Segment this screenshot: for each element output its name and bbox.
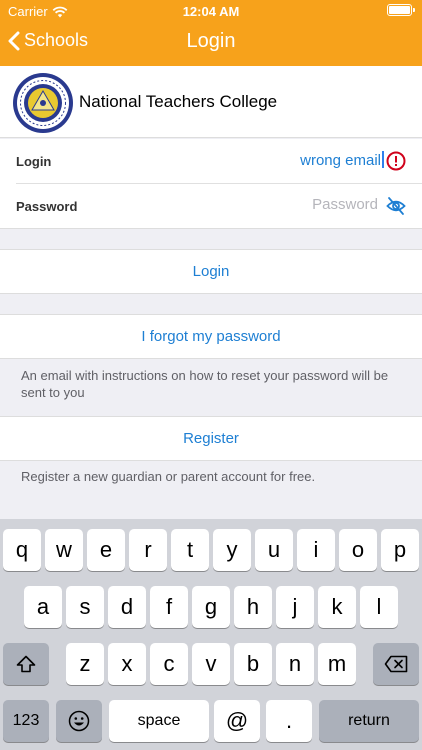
key-g[interactable]: g: [192, 586, 230, 628]
key-k[interactable]: k: [318, 586, 356, 628]
key-x[interactable]: x: [108, 643, 146, 685]
key-c[interactable]: c: [150, 643, 188, 685]
login-field-value: wrong email: [300, 152, 381, 169]
school-name: National Teachers College: [79, 92, 278, 111]
key-y[interactable]: y: [213, 529, 251, 571]
numbers-key[interactable]: 123: [3, 700, 49, 742]
onscreen-keyboard: q w e r t y u i o p a s d f g h j k l z …: [0, 519, 422, 750]
emoji-icon: [68, 710, 90, 732]
key-w[interactable]: w: [45, 529, 83, 571]
key-f[interactable]: f: [150, 586, 188, 628]
battery-icon: [387, 4, 415, 16]
register-button[interactable]: Register: [0, 416, 422, 461]
error-circle-icon: [386, 151, 406, 171]
key-s[interactable]: s: [66, 586, 104, 628]
key-l[interactable]: l: [360, 586, 398, 628]
key-j[interactable]: j: [276, 586, 314, 628]
text-caret: [382, 151, 384, 168]
password-field-label: Password: [16, 199, 78, 214]
key-h[interactable]: h: [234, 586, 272, 628]
key-t[interactable]: t: [171, 529, 209, 571]
key-m[interactable]: m: [318, 643, 356, 685]
page-title: Login: [186, 30, 236, 52]
password-field-input[interactable]: Password: [312, 196, 378, 213]
top-bar: Carrier 12:04 AM Schools Login: [0, 0, 422, 66]
at-key[interactable]: @: [214, 700, 260, 742]
school-seal-logo: [13, 73, 73, 133]
login-field-label: Login: [16, 154, 52, 169]
emoji-key[interactable]: [56, 700, 102, 742]
backspace-icon: [384, 655, 408, 673]
school-header: National Teachers College: [0, 66, 422, 138]
status-time: 12:04 AM: [182, 4, 240, 19]
forgot-password-button[interactable]: I forgot my password: [0, 314, 422, 359]
key-i[interactable]: i: [297, 529, 335, 571]
key-o[interactable]: o: [339, 529, 377, 571]
register-note: Register a new guardian or parent accoun…: [21, 469, 316, 484]
password-field[interactable]: Password Password: [0, 184, 422, 229]
key-r[interactable]: r: [129, 529, 167, 571]
key-z[interactable]: z: [66, 643, 104, 685]
key-b[interactable]: b: [234, 643, 272, 685]
eye-slash-icon[interactable]: [384, 196, 408, 216]
shift-arrow-icon: [16, 655, 36, 673]
login-form: Login wrong email Password Password: [0, 139, 422, 229]
forgot-password-note: An email with instructions on how to res…: [21, 368, 389, 400]
key-v[interactable]: v: [192, 643, 230, 685]
space-key[interactable]: space: [109, 700, 209, 742]
period-key[interactable]: .: [266, 700, 312, 742]
delete-key[interactable]: [373, 643, 419, 685]
login-field[interactable]: Login wrong email: [0, 139, 422, 184]
key-q[interactable]: q: [3, 529, 41, 571]
navigation-bar: Schools Login: [0, 22, 422, 66]
login-field-input[interactable]: wrong email: [300, 151, 384, 169]
login-button[interactable]: Login: [0, 249, 422, 294]
key-u[interactable]: u: [255, 529, 293, 571]
key-a[interactable]: a: [24, 586, 62, 628]
key-n[interactable]: n: [276, 643, 314, 685]
key-e[interactable]: e: [87, 529, 125, 571]
shift-key[interactable]: [3, 643, 49, 685]
key-d[interactable]: d: [108, 586, 146, 628]
status-bar: Carrier 12:04 AM: [0, 0, 422, 22]
return-key[interactable]: return: [319, 700, 419, 742]
key-p[interactable]: p: [381, 529, 419, 571]
